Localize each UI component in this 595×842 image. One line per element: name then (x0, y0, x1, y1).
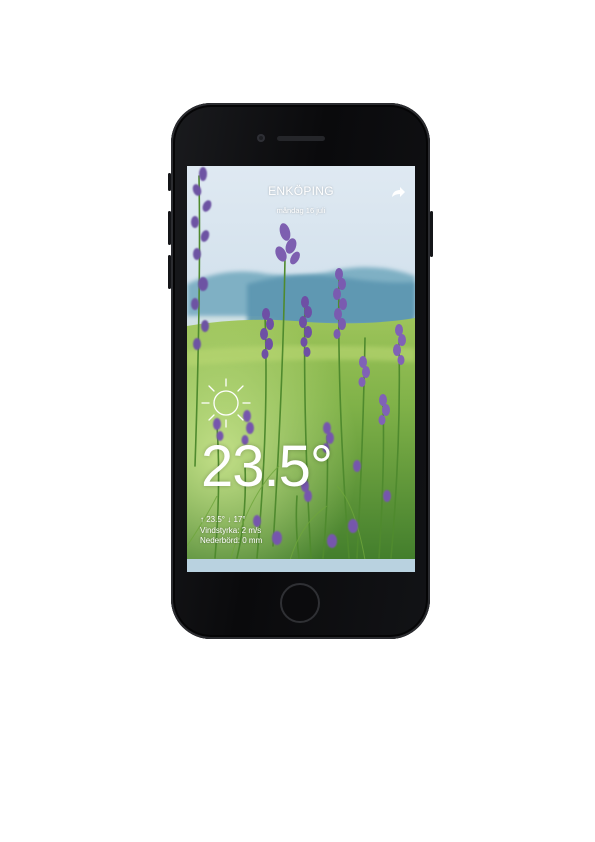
volume-up-button (168, 211, 171, 245)
high-low-row: ↑ 23.5° ↓ 17° (200, 515, 262, 526)
arrow-down-icon: ↓ (227, 515, 232, 524)
mute-switch (168, 173, 171, 191)
wind-speed: Vindstyrka: 2 m/s (200, 525, 262, 535)
lavender-background-image (187, 166, 415, 572)
earpiece (277, 136, 325, 141)
city-name: ENKÖPING (268, 184, 334, 198)
current-temperature: 23.5° (201, 434, 333, 499)
precipitation: Nederbörd: 0 mm (200, 536, 263, 545)
power-button (430, 211, 433, 257)
front-camera (257, 134, 265, 142)
sun-icon (201, 378, 251, 428)
phone-frame: ENKÖPING måndag 16 juli 23.5° ↑ 23.5° ↓ … (168, 103, 433, 639)
bottom-bar (187, 559, 415, 572)
weather-details: ↑ 23.5° ↓ 17° Vindstyrka: 2 m/s Nederbör… (200, 515, 262, 547)
home-button[interactable] (280, 583, 320, 623)
high-temperature: 23.5° (206, 515, 226, 524)
date-label: måndag 16 juli (276, 206, 326, 215)
volume-down-button (168, 255, 171, 289)
low-temperature: 17° (233, 515, 246, 524)
arrow-up-icon: ↑ (200, 515, 204, 524)
weather-screen: ENKÖPING måndag 16 juli 23.5° ↑ 23.5° ↓ … (187, 166, 415, 572)
share-icon[interactable] (390, 184, 406, 200)
